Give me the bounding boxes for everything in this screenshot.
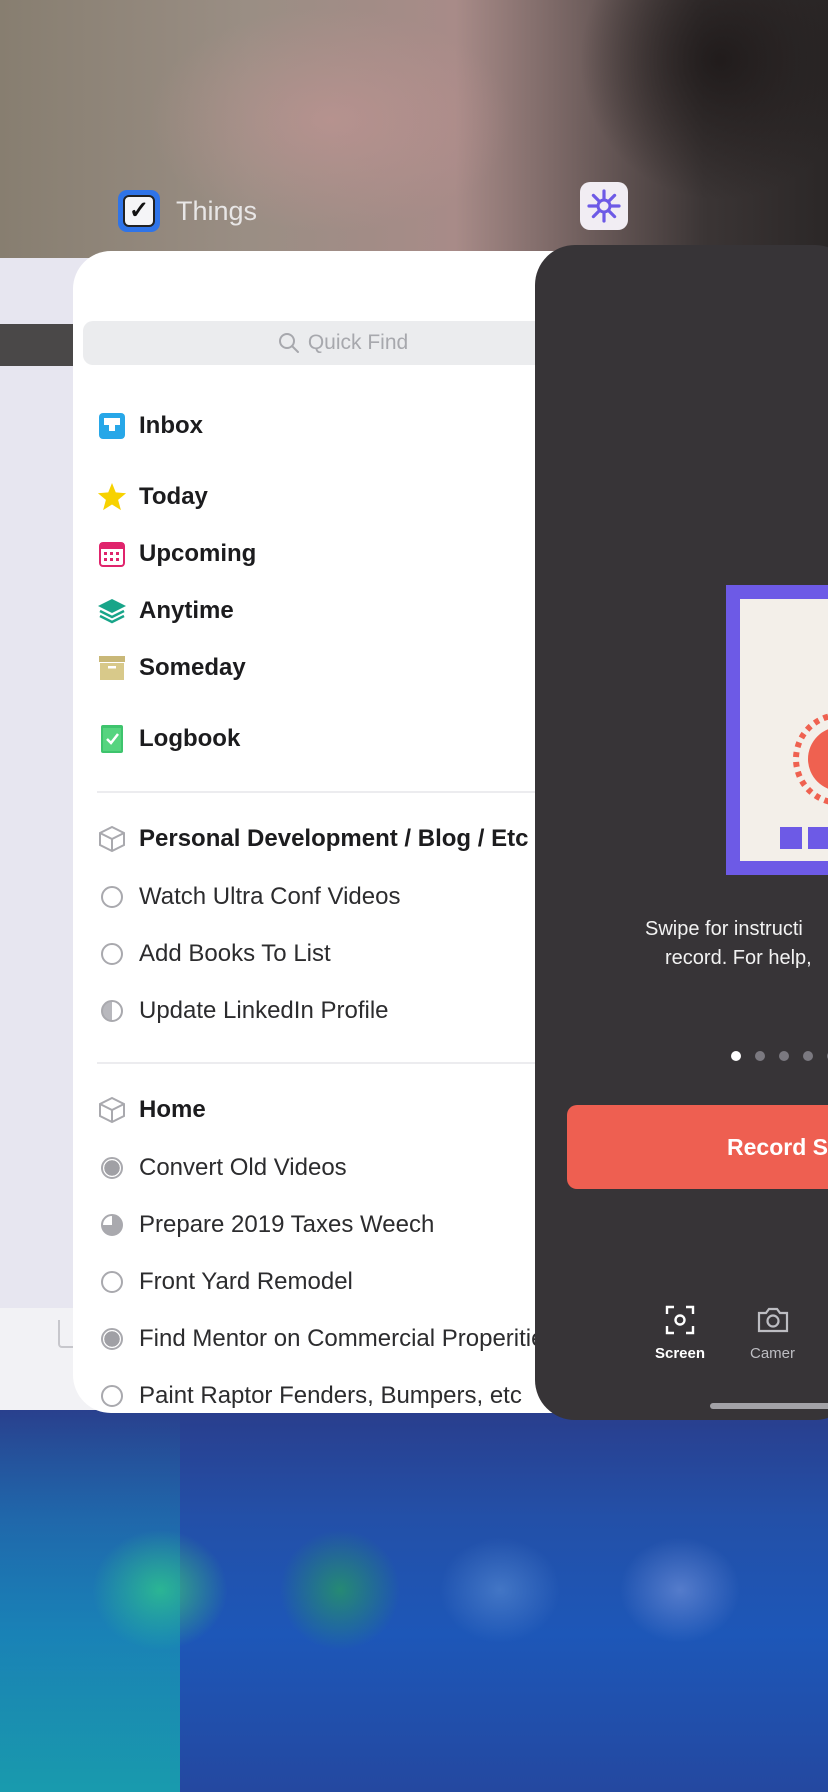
task-row[interactable]: Convert Old Videos: [97, 1148, 347, 1188]
task-checkbox[interactable]: [101, 1385, 123, 1407]
list-anytime[interactable]: Anytime: [97, 591, 234, 631]
task-row[interactable]: Prepare 2019 Taxes Weech: [97, 1205, 434, 1245]
search-icon: [278, 333, 299, 353]
area-box-icon: [97, 1095, 127, 1125]
area-personal-development[interactable]: Personal Development / Blog / Etc: [97, 819, 528, 859]
instruction-line-1: Swipe for instructi: [645, 918, 803, 940]
list-logbook-label: Logbook: [139, 725, 241, 752]
tab-camera[interactable]: Camer: [750, 1305, 795, 1362]
task-row[interactable]: Find Mentor on Commercial Properities: [97, 1319, 556, 1359]
area-home[interactable]: Home: [97, 1090, 206, 1130]
project-progress-icon[interactable]: [101, 1214, 123, 1236]
task-checkbox[interactable]: [101, 943, 123, 965]
logbook-icon: [97, 724, 127, 754]
area-box-icon: [97, 824, 127, 854]
list-upcoming-label: Upcoming: [139, 540, 257, 567]
record-illustration: [726, 585, 828, 875]
quick-find-bar[interactable]: Quick Find: [83, 321, 603, 365]
task-row[interactable]: Update LinkedIn Profile: [97, 991, 389, 1031]
area-title: Personal Development / Blog / Etc: [139, 825, 529, 852]
tab-screen[interactable]: Screen: [655, 1305, 705, 1362]
list-upcoming[interactable]: Upcoming: [97, 534, 256, 574]
task-title: Watch Ultra Conf Videos: [139, 883, 401, 910]
instruction-line-2: record. For help,: [665, 947, 812, 969]
list-today-label: Today: [139, 483, 208, 510]
area-title: Home: [139, 1096, 206, 1123]
quick-find-placeholder: Quick Find: [307, 331, 409, 354]
tab-screen-label: Screen: [655, 1345, 706, 1362]
recorder-app-icon: [580, 182, 628, 230]
list-inbox-label: Inbox: [139, 412, 203, 439]
page-indicator[interactable]: [731, 1051, 828, 1061]
list-anytime-label: Anytime: [139, 597, 234, 624]
inbox-icon: [97, 411, 127, 441]
star-icon: [97, 482, 127, 512]
screen-capture-icon: [665, 1305, 695, 1335]
list-logbook[interactable]: Logbook: [97, 719, 240, 759]
task-row[interactable]: Add Books To List: [97, 934, 331, 974]
task-row[interactable]: Paint Raptor Fenders, Bumpers, etc: [97, 1376, 522, 1413]
things-app-icon: ✓: [118, 190, 160, 232]
archive-box-icon: [97, 653, 127, 683]
task-title: Find Mentor on Commercial Properities: [139, 1325, 557, 1352]
layers-icon: [97, 596, 127, 626]
home-indicator[interactable]: [710, 1403, 828, 1409]
task-checkbox[interactable]: [101, 886, 123, 908]
project-progress-icon[interactable]: [101, 1000, 123, 1022]
instruction-text: Swipe for instructi record. For help,: [645, 915, 828, 973]
task-checkbox[interactable]: [101, 1271, 123, 1293]
camera-icon: [757, 1307, 788, 1333]
recorder-app-label[interactable]: [580, 182, 628, 230]
tab-camera-label: Camer: [750, 1345, 796, 1362]
list-inbox[interactable]: Inbox: [97, 406, 203, 446]
task-title: Prepare 2019 Taxes Weech: [139, 1211, 435, 1238]
task-title: Front Yard Remodel: [139, 1268, 353, 1295]
task-title: Paint Raptor Fenders, Bumpers, etc: [139, 1382, 522, 1409]
task-row[interactable]: Watch Ultra Conf Videos: [97, 877, 400, 917]
calendar-icon: [97, 539, 127, 569]
list-today[interactable]: Today: [97, 477, 208, 517]
list-someday-label: Someday: [139, 654, 246, 681]
task-row[interactable]: Front Yard Remodel: [97, 1262, 353, 1302]
project-progress-icon[interactable]: [101, 1157, 123, 1179]
project-progress-icon[interactable]: [101, 1328, 123, 1350]
task-title: Update LinkedIn Profile: [139, 997, 389, 1024]
things-app-name: Things: [176, 195, 258, 226]
task-title: Convert Old Videos: [139, 1154, 347, 1181]
home-screen-blur-accent: [0, 1400, 180, 1792]
recorder-app-card[interactable]: Swipe for instructi record. For help, Re…: [535, 245, 828, 1420]
list-someday[interactable]: Someday: [97, 648, 246, 688]
things-app-label[interactable]: ✓ Things: [118, 190, 257, 232]
record-screen-button[interactable]: Record Sc: [567, 1105, 828, 1189]
task-title: Add Books To List: [139, 940, 331, 967]
